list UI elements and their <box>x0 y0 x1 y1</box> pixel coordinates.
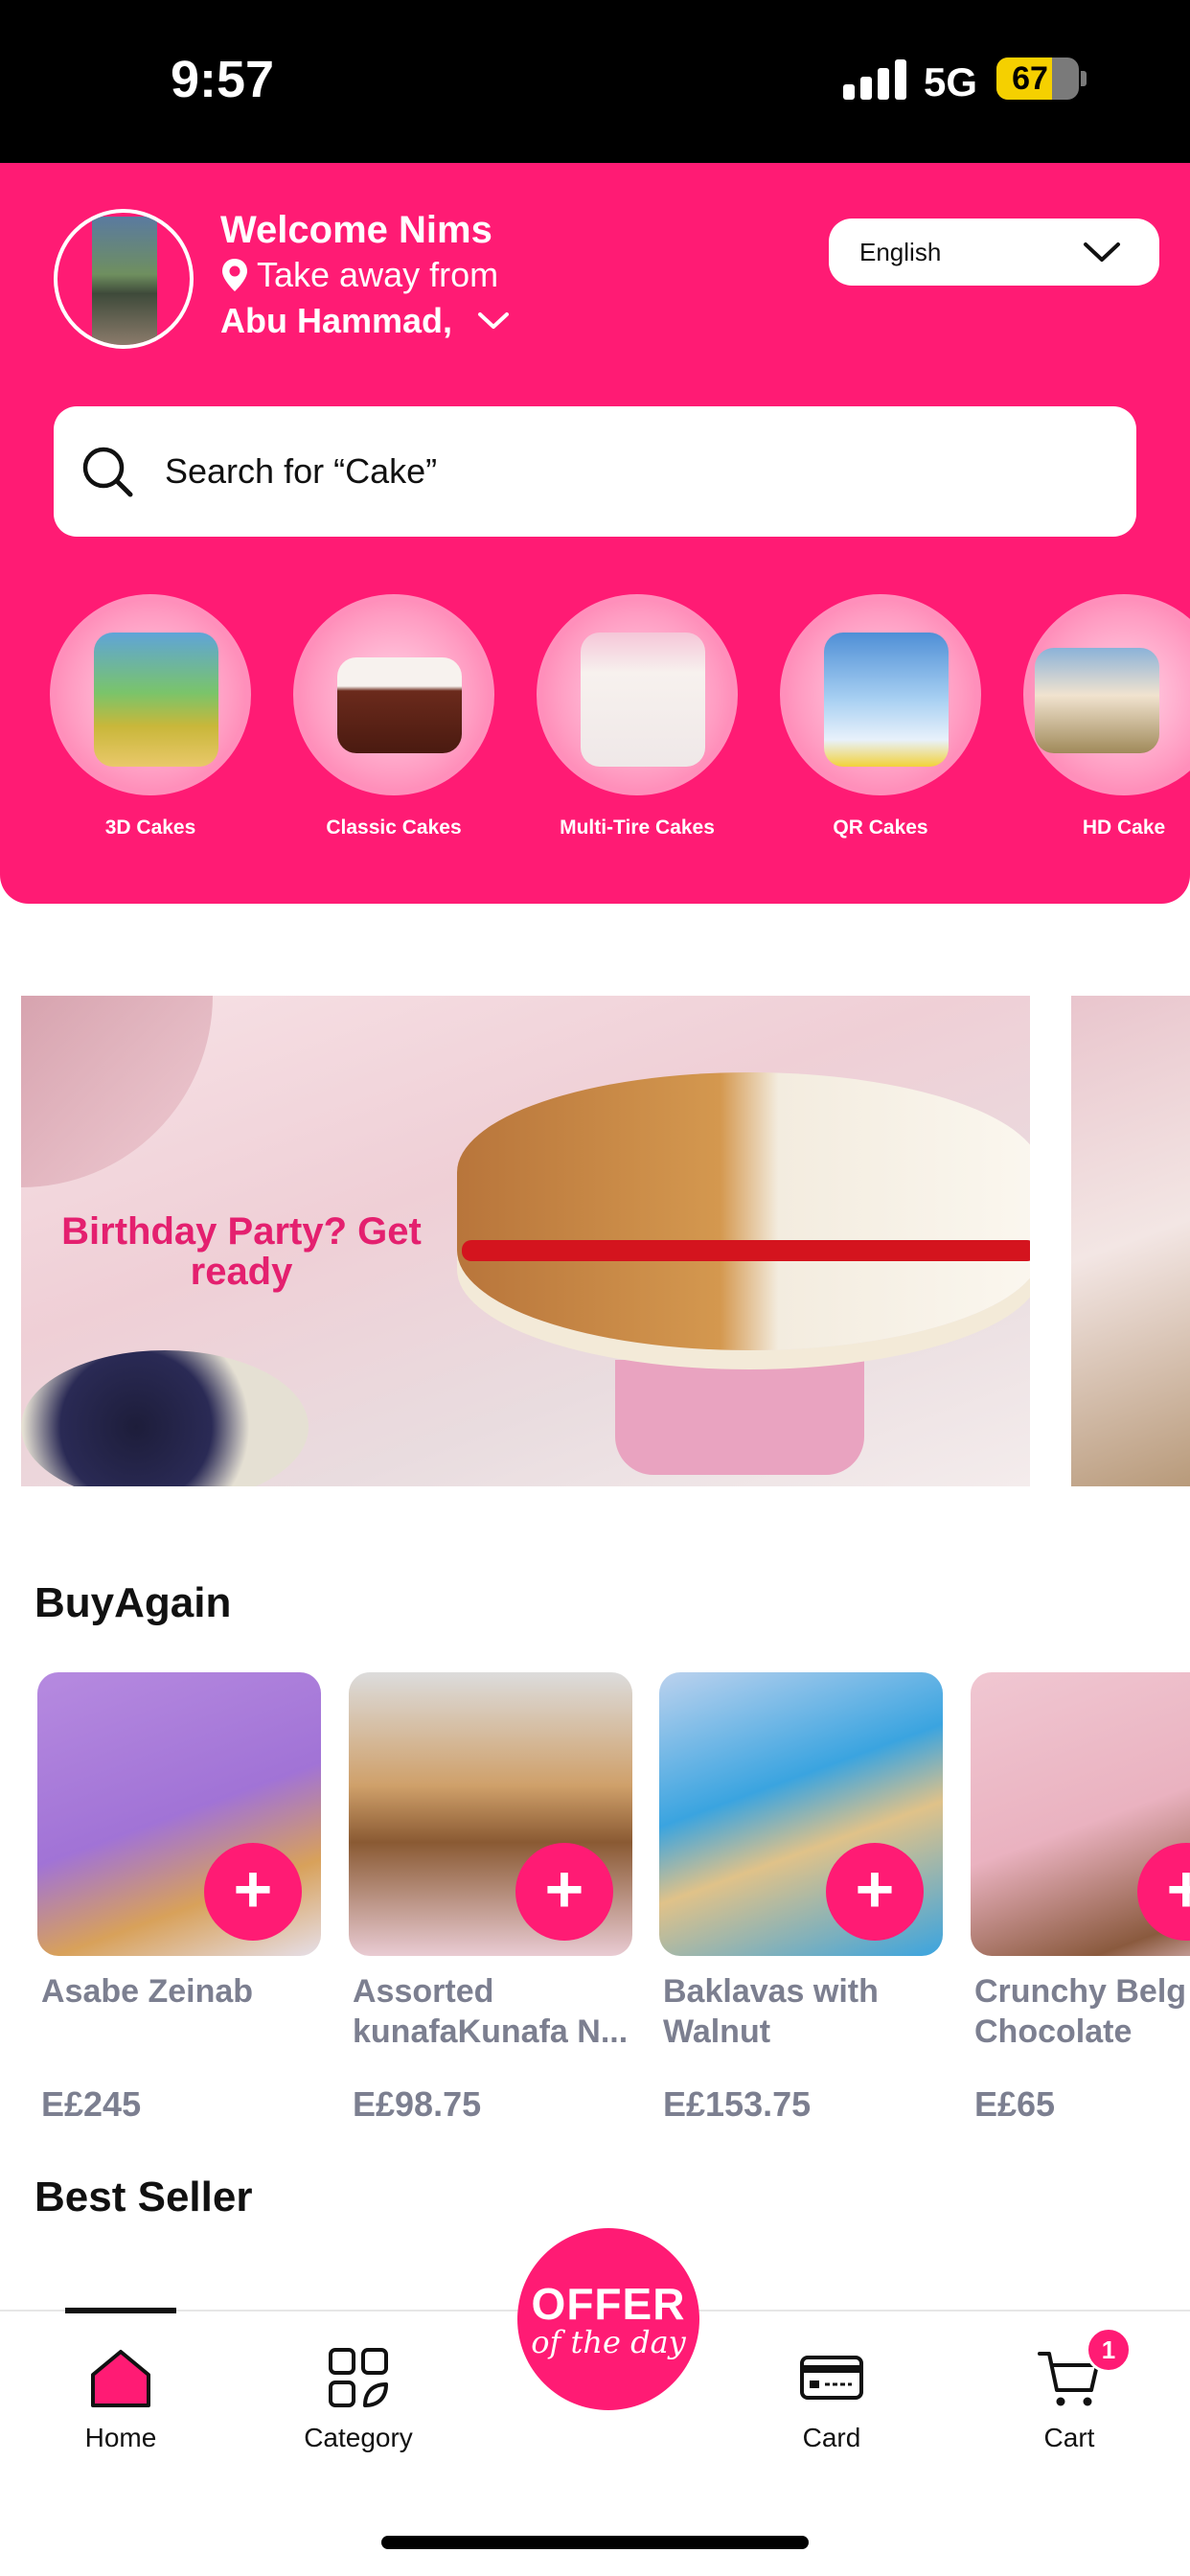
add-to-cart-button[interactable]: + <box>204 1843 302 1941</box>
category-carousel[interactable]: 3D Cakes Classic Cakes Multi-Tire Cakes … <box>0 594 1190 862</box>
nav-category-label: Category <box>304 2423 413 2452</box>
category-image-frame <box>293 594 494 795</box>
search-placeholder: Search for “Cake” <box>165 451 438 491</box>
best-seller-title: Best Seller <box>34 2174 253 2220</box>
home-indicator <box>381 2536 809 2549</box>
cake-image <box>824 632 949 767</box>
language-dropdown[interactable]: English <box>829 218 1159 286</box>
product-name: Crunchy Belg <box>974 1973 1187 2010</box>
category-label: HD Cake <box>1082 816 1166 839</box>
banner-decoration <box>21 996 213 1187</box>
category-label: 3D Cakes <box>104 816 196 839</box>
fruit-plate-image <box>21 1350 309 1486</box>
battery-nub <box>1081 71 1087 86</box>
add-to-cart-button[interactable]: + <box>515 1843 613 1941</box>
product-name: Assorted <box>353 1973 494 2010</box>
location-selector[interactable]: Abu Hammad, <box>220 301 510 341</box>
signal-icon <box>843 59 906 100</box>
offer-of-the-day-button[interactable]: OFFER of the day <box>517 2228 699 2410</box>
buy-again-list[interactable]: + Asabe Zeinab E£245 + Assorted kunafaKu… <box>0 1672 1190 2151</box>
header: Welcome Nims Take away from Abu Hammad, … <box>0 163 1190 904</box>
active-tab-indicator <box>65 2308 176 2313</box>
avatar-photo <box>92 217 157 345</box>
location-name: Abu Hammad, <box>220 301 453 340</box>
search-input[interactable]: Search for “Cake” <box>54 406 1136 537</box>
nav-home[interactable]: Home <box>25 2344 217 2453</box>
product-price: E£65 <box>974 2084 1056 2124</box>
category-label: Classic Cakes <box>326 816 462 839</box>
cake-image <box>337 657 462 753</box>
ribbon-image <box>462 1240 1030 1261</box>
avatar[interactable] <box>54 209 194 349</box>
location-pin-icon <box>222 259 247 291</box>
battery-icon: 67 <box>996 58 1079 100</box>
network-type: 5G <box>924 59 978 104</box>
product-price: E£245 <box>41 2084 142 2124</box>
status-bar: 9:57 5G 67 <box>0 0 1190 163</box>
offer-subtitle: of the day <box>531 2324 686 2360</box>
nav-home-label: Home <box>84 2423 157 2452</box>
nav-cart-label: Cart <box>1043 2423 1095 2452</box>
category-image-frame <box>780 594 981 795</box>
nav-category[interactable]: Category <box>263 2344 454 2453</box>
product-price: E£98.75 <box>353 2084 482 2124</box>
nav-card-label: Card <box>802 2423 861 2452</box>
nav-card[interactable]: Card <box>736 2344 927 2453</box>
product-name-line2: Walnut <box>663 2013 771 2050</box>
welcome-text: Welcome Nims <box>220 209 492 251</box>
buy-again-title: BuyAgain <box>34 1579 232 1626</box>
category-image-frame <box>50 594 251 795</box>
status-time: 9:57 <box>171 51 275 108</box>
promo-banner-next[interactable] <box>1071 996 1190 1486</box>
product-price: E£153.75 <box>663 2084 812 2124</box>
cake-stand-image <box>615 1360 864 1475</box>
promo-banner[interactable]: Birthday Party? Get ready <box>21 996 1030 1486</box>
product-name: Asabe Zeinab <box>41 1973 254 2010</box>
chevron-down-icon <box>478 312 510 329</box>
cart-count-badge: 1 <box>1086 2327 1132 2373</box>
banner-headline: Birthday Party? Get ready <box>61 1210 422 1293</box>
takeaway-label: Take away from <box>257 255 499 294</box>
cake-image <box>1035 648 1159 753</box>
credit-card-icon <box>800 2356 863 2400</box>
category-image-frame <box>537 594 738 795</box>
takeaway-row: Take away from <box>220 255 498 295</box>
category-label: QR Cakes <box>833 816 928 839</box>
product-name-line2: Chocolate <box>974 2013 1133 2050</box>
product-name-line2: kunafaKunafa N... <box>353 2013 629 2050</box>
language-value: English <box>859 237 942 266</box>
category-image-frame <box>1023 594 1190 795</box>
category-label: Multi-Tire Cakes <box>560 816 715 839</box>
cake-image <box>94 632 218 767</box>
cake-image <box>457 1072 1030 1350</box>
product-name: Baklavas with <box>663 1973 879 2010</box>
battery-level: 67 <box>1012 60 1048 97</box>
category-grid-icon <box>329 2348 388 2407</box>
chevron-down-icon <box>1084 242 1120 262</box>
nav-cart[interactable]: Cart <box>973 2344 1165 2453</box>
search-icon <box>82 447 133 497</box>
cake-image <box>581 632 705 767</box>
add-to-cart-button[interactable]: + <box>826 1843 924 1941</box>
offer-title: OFFER <box>531 2279 686 2329</box>
home-icon <box>91 2350 150 2407</box>
